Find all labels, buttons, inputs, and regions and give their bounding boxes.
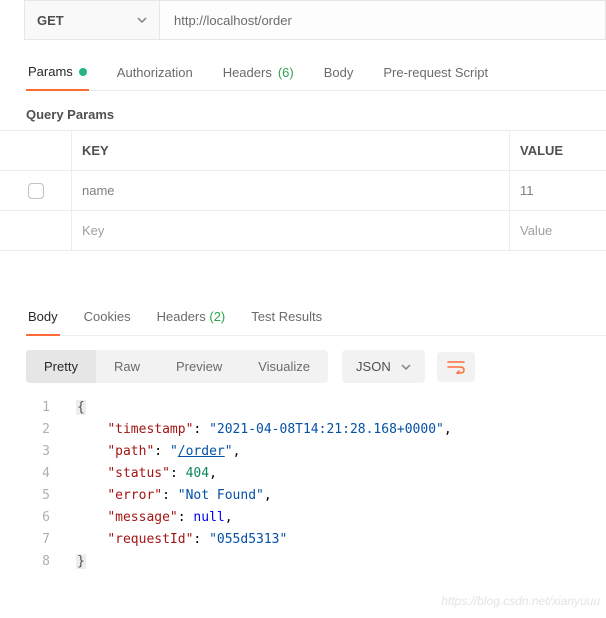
- response-body[interactable]: 1{ 2 "timestamp": "2021-04-08T14:21:28.1…: [26, 397, 606, 573]
- tab-authorization[interactable]: Authorization: [115, 64, 195, 90]
- http-method-label: GET: [37, 13, 64, 28]
- wrap-lines-button[interactable]: [437, 352, 475, 382]
- query-params-table: KEY VALUE name 11 Key Value: [0, 130, 606, 251]
- wrap-icon: [447, 360, 465, 374]
- format-select[interactable]: JSON: [342, 350, 425, 383]
- view-pretty[interactable]: Pretty: [26, 350, 96, 383]
- param-value-placeholder[interactable]: Value: [510, 211, 606, 250]
- table-row-new[interactable]: Key Value: [0, 211, 606, 251]
- watermark: https://blog.csdn.net/xianyuuu: [441, 594, 600, 608]
- view-preview[interactable]: Preview: [158, 350, 240, 383]
- view-raw[interactable]: Raw: [96, 350, 158, 383]
- table-row[interactable]: name 11: [0, 171, 606, 211]
- param-key-placeholder[interactable]: Key: [72, 211, 510, 250]
- query-params-title: Query Params: [26, 107, 606, 122]
- param-key-input[interactable]: name: [72, 171, 510, 210]
- tab-prerequest[interactable]: Pre-request Script: [381, 64, 490, 90]
- request-url-input[interactable]: [160, 0, 606, 40]
- tab-body[interactable]: Body: [322, 64, 356, 90]
- column-header-value: VALUE: [510, 131, 606, 170]
- response-tab-headers[interactable]: Headers (2): [155, 309, 228, 335]
- column-header-key: KEY: [72, 131, 510, 170]
- tab-params[interactable]: Params: [26, 64, 89, 91]
- row-checkbox[interactable]: [28, 183, 44, 199]
- response-tab-cookies[interactable]: Cookies: [82, 309, 133, 335]
- view-visualize[interactable]: Visualize: [240, 350, 328, 383]
- params-active-dot-icon: [79, 68, 87, 76]
- chevron-down-icon: [401, 362, 411, 372]
- http-method-select[interactable]: GET: [24, 0, 160, 40]
- chevron-down-icon: [137, 15, 147, 25]
- tab-headers[interactable]: Headers (6): [221, 64, 296, 90]
- view-mode-group: Pretty Raw Preview Visualize: [26, 350, 328, 383]
- response-tab-test-results[interactable]: Test Results: [249, 309, 324, 335]
- response-tab-body[interactable]: Body: [26, 309, 60, 336]
- param-value-input[interactable]: 11: [510, 171, 606, 210]
